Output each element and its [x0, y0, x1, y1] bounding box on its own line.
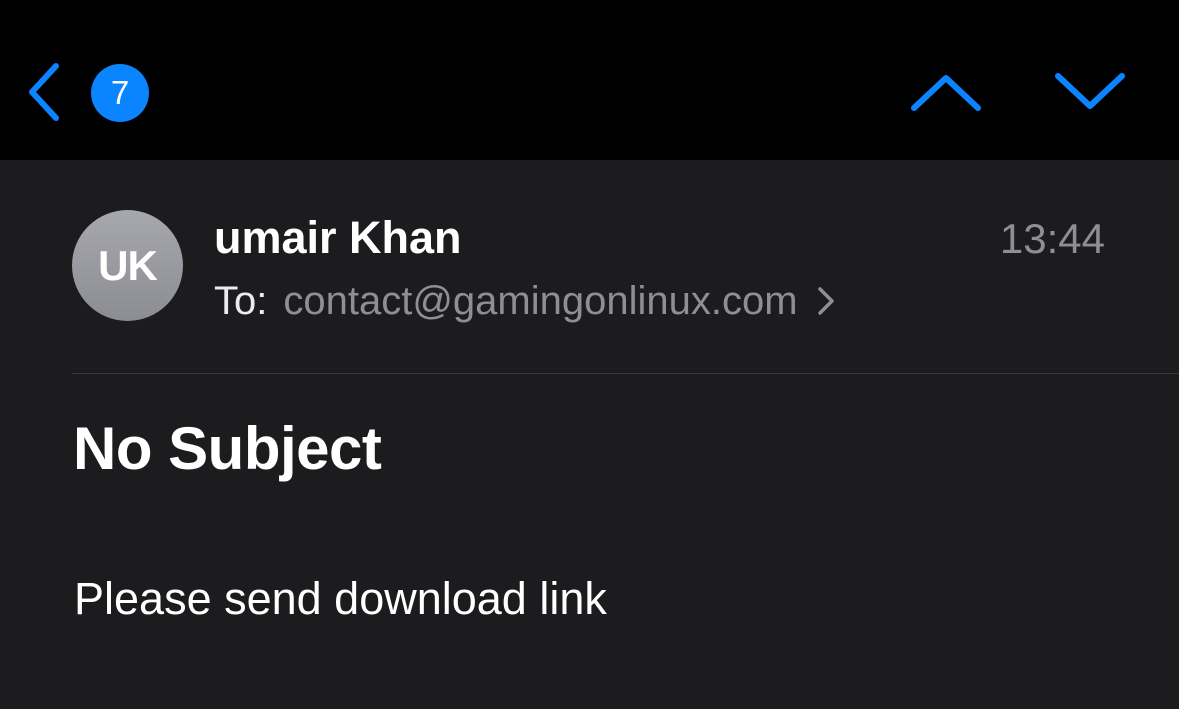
back-button[interactable]: [22, 60, 66, 124]
message-view: UK umair Khan 13:44 To: contact@gamingon…: [0, 160, 1179, 709]
chevron-up-icon: [911, 75, 981, 111]
chevron-left-icon: [29, 63, 59, 121]
header-divider: [72, 373, 1179, 374]
avatar[interactable]: UK: [72, 210, 183, 321]
recipient-row[interactable]: To: contact@gamingonlinux.com: [214, 276, 836, 326]
next-message-button[interactable]: [1052, 64, 1128, 120]
unread-count-badge[interactable]: 7: [91, 64, 149, 122]
chevron-right-icon: [817, 287, 834, 315]
recipient-address[interactable]: contact@gamingonlinux.com: [283, 276, 797, 326]
chevron-down-icon: [1055, 73, 1125, 109]
to-label: To:: [214, 279, 268, 323]
message-body: Please send download link: [74, 573, 607, 624]
sender-name[interactable]: umair Khan: [214, 212, 462, 264]
navigation-bar: 7: [0, 0, 1179, 160]
message-subject: No Subject: [73, 415, 382, 482]
previous-message-button[interactable]: [908, 64, 984, 120]
message-time: 13:44: [999, 215, 1105, 262]
